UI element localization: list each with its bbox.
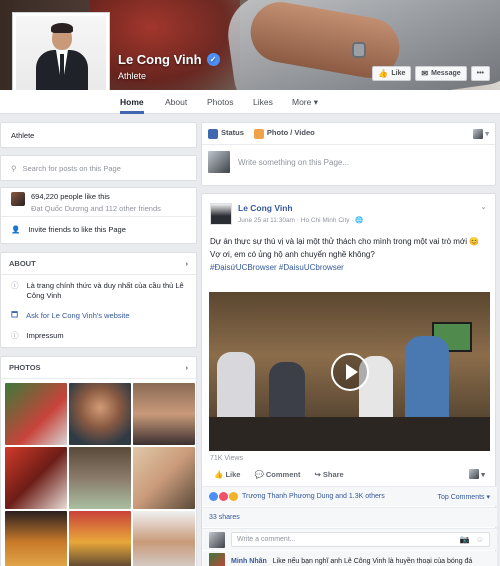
info-icon: ⓘ <box>11 281 19 290</box>
likes-count[interactable]: 694,220 people like this <box>31 192 161 201</box>
about-box: ABOUT › ⓘ Là trang chính thức và duy nhấ… <box>0 252 197 348</box>
share-icon: ↪ <box>314 469 323 479</box>
post-video[interactable] <box>209 292 490 451</box>
chevron-down-icon: ▾ <box>481 469 485 479</box>
play-button-icon[interactable] <box>331 353 369 391</box>
shares-count[interactable]: 33 shares <box>209 514 240 521</box>
category-label: Athlete <box>11 130 35 140</box>
chevron-right-icon[interactable]: › <box>186 363 189 372</box>
search-box[interactable]: ⚲ Search for posts on this Page <box>0 155 197 181</box>
tab-home[interactable]: Home <box>120 90 144 114</box>
tab-about[interactable]: About <box>165 90 187 114</box>
photo-thumbnail[interactable] <box>133 447 195 509</box>
invite-friends-link[interactable]: Invite friends to like this Page <box>28 225 126 234</box>
photo-thumbnail[interactable] <box>5 511 67 566</box>
search-icon: ⚲ <box>11 163 17 173</box>
composer-box: Status Photo / Video ▾ Write something o… <box>201 122 496 186</box>
chevron-right-icon[interactable]: › <box>186 259 189 268</box>
verified-badge-icon: ✓ <box>206 53 220 66</box>
page-name-text[interactable]: Le Cong Vinh <box>118 52 202 67</box>
comment-icon: 💬 <box>254 469 266 479</box>
page-avatar-small <box>473 128 484 139</box>
about-description: Là trang chính thức và duy nhất của cầu … <box>26 281 184 301</box>
cover-watch-shape <box>352 42 366 58</box>
page-name[interactable]: Le Cong Vinh ✓ <box>118 52 220 67</box>
website-link[interactable]: Ask for Le Cong Vinh's website <box>26 311 129 320</box>
friends-like-text[interactable]: Đạt Quốc Dương and 112 other friends <box>31 204 161 213</box>
sticker-icon[interactable]: ☺ <box>476 535 484 544</box>
comment-button[interactable]: 💬 Comment <box>254 470 300 479</box>
photo-thumbnail[interactable] <box>69 447 131 509</box>
video-views: 71K Views <box>210 455 243 462</box>
photos-header[interactable]: PHOTOS <box>9 363 41 372</box>
pencil-icon <box>208 128 218 139</box>
friend-avatar[interactable] <box>11 192 25 206</box>
comment-author-avatar[interactable] <box>209 553 225 566</box>
status-tab[interactable]: Status <box>208 128 244 139</box>
thumbs-up-icon: 👍 <box>378 69 389 78</box>
reactions-summary[interactable]: Trương Thanh Phương Dung and 1.3K others <box>242 493 385 500</box>
camera-icon[interactable]: 📷 <box>460 535 470 544</box>
likes-box: 694,220 people like this Đạt Quốc Dương … <box>0 187 197 244</box>
message-button[interactable]: ✉ Message <box>415 66 467 81</box>
haha-reaction-icon <box>229 492 238 501</box>
photo-video-tab[interactable]: Photo / Video <box>253 128 315 139</box>
tab-likes[interactable]: Likes <box>253 90 273 114</box>
comment-text: Like nếu bạn nghĩ anh Lê Công Vinh là hu… <box>272 557 473 565</box>
photo-thumbnail[interactable] <box>69 383 131 445</box>
composer-input[interactable]: Write something on this Page... <box>238 158 349 167</box>
search-input[interactable]: Search for posts on this Page <box>23 164 121 173</box>
like-button[interactable]: 👍 Like <box>214 470 240 479</box>
chevron-down-icon: ▾ <box>485 129 489 138</box>
comment-input[interactable]: Write a comment... <box>237 536 296 543</box>
comment-author-name[interactable]: Minh Nhân <box>231 558 267 565</box>
page-avatar-small <box>469 469 480 479</box>
love-reaction-icon <box>219 492 228 501</box>
composer-avatar <box>208 151 230 173</box>
post-text-line-2: Vợ ơi, em có ủng hộ anh chuyển nghề khôn… <box>210 249 375 259</box>
website-icon: 🗖 <box>11 310 19 320</box>
message-icon: ✉ <box>421 69 429 78</box>
post-as-selector[interactable]: ▾ <box>473 128 489 139</box>
category-box: Athlete <box>0 122 197 148</box>
impressum-link[interactable]: Impressum <box>27 331 64 340</box>
photos-grid <box>1 379 196 566</box>
photo-thumbnail[interactable] <box>69 511 131 566</box>
photos-box: PHOTOS › <box>0 356 197 566</box>
chevron-down-icon: ▾ <box>313 97 319 107</box>
post-options-chevron-icon[interactable]: ⌄ <box>480 202 487 211</box>
react-as-selector[interactable]: ▾ <box>469 469 485 479</box>
add-person-icon: 👤 <box>11 225 21 234</box>
camera-icon <box>253 128 264 139</box>
tab-more[interactable]: More ▾ <box>292 90 318 114</box>
commenter-avatar <box>209 531 225 548</box>
globe-icon: 🌐 <box>355 217 364 224</box>
post-meta[interactable]: June 25 at 11:30am · Ho Chi Minh City · <box>238 217 354 224</box>
post-author-avatar[interactable] <box>210 203 232 225</box>
post-hashtags[interactable]: #ĐạisứUCBrowser #DaisuUCbrowser <box>210 262 490 275</box>
thumbs-up-icon: 👍 <box>214 469 226 479</box>
share-button[interactable]: ↪ Share <box>314 470 343 479</box>
about-header[interactable]: ABOUT <box>9 259 36 268</box>
post-author-name[interactable]: Le Cong Vinh <box>238 203 363 213</box>
cover-actions: 👍 Like ✉ Message ••• <box>372 66 490 81</box>
post-card: Le Cong Vinh June 25 at 11:30am · Ho Chi… <box>201 193 497 566</box>
page-tabs: Home About Photos Likes More ▾ <box>0 90 500 114</box>
photo-thumbnail[interactable] <box>133 511 195 566</box>
photo-thumbnail[interactable] <box>5 383 67 445</box>
like-page-button[interactable]: 👍 Like <box>372 66 412 81</box>
profile-photo <box>16 16 106 100</box>
photo-thumbnail[interactable] <box>133 383 195 445</box>
cover-red-background <box>90 0 240 90</box>
post-text-line-1: Dự án thực sự thú vị và lại một thử thác… <box>210 237 480 246</box>
more-options-button[interactable]: ••• <box>470 66 490 81</box>
photo-thumbnail[interactable] <box>5 447 67 509</box>
page-category: Athlete <box>118 71 147 81</box>
top-comments-dropdown[interactable]: Top Comments ▾ <box>437 493 490 501</box>
like-reaction-icon <box>209 492 218 501</box>
tab-photos[interactable]: Photos <box>207 90 233 114</box>
info-icon-2: ⓘ <box>11 331 19 341</box>
